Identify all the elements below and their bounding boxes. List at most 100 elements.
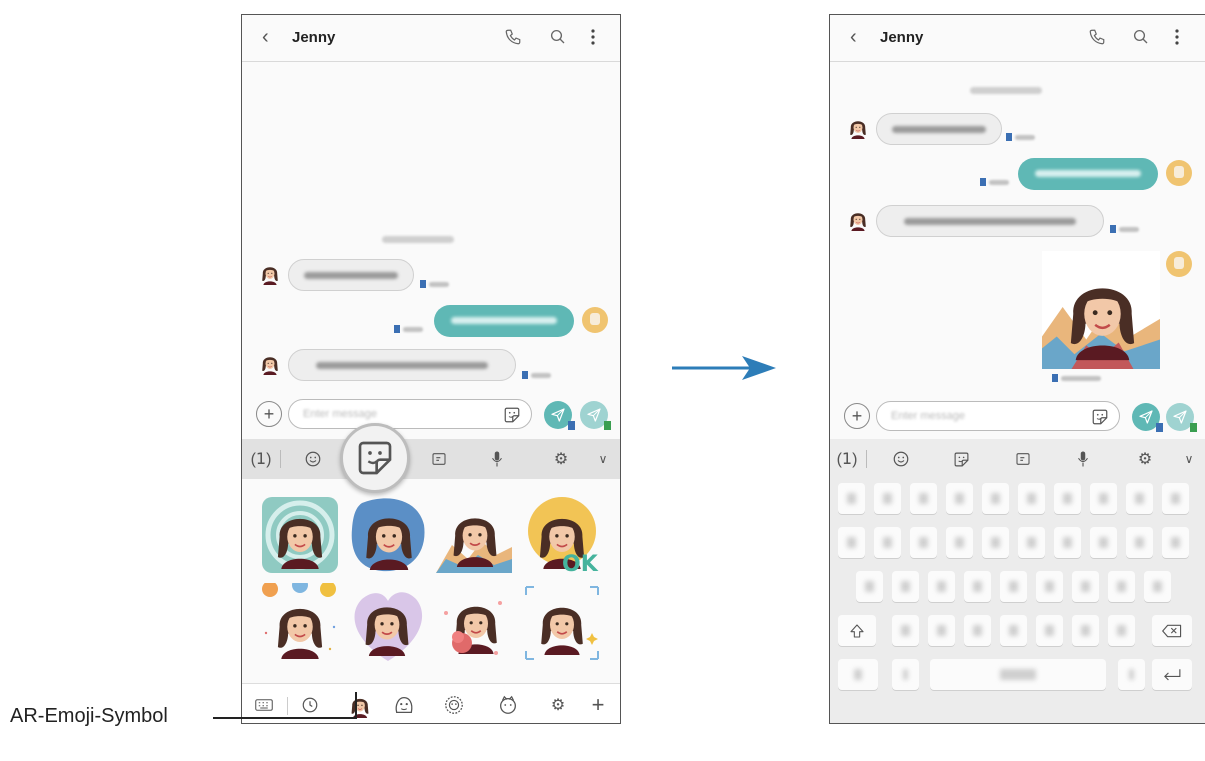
keyboard-key[interactable] <box>928 615 955 646</box>
attach-plus-button[interactable]: + <box>844 403 870 429</box>
more-options-icon[interactable] <box>1166 26 1188 48</box>
emoji-icon[interactable] <box>890 448 912 470</box>
sticker-icon[interactable] <box>950 448 972 470</box>
gif-icon[interactable] <box>428 448 450 470</box>
ar-emoji-sticker[interactable] <box>348 495 428 575</box>
sticker-pack-icon[interactable] <box>442 693 466 717</box>
keyboard-key[interactable] <box>892 571 919 602</box>
keyboard-key[interactable] <box>874 527 901 558</box>
keyboard-key[interactable] <box>982 527 1009 558</box>
keyboard-key[interactable] <box>1018 483 1045 514</box>
keyboard-icon[interactable] <box>252 693 276 717</box>
keyboard-key[interactable] <box>1108 571 1135 602</box>
keyboard-key[interactable] <box>1054 483 1081 514</box>
callout-line <box>355 692 357 719</box>
emoji-icon[interactable] <box>302 448 324 470</box>
ar-emoji-icon[interactable] <box>346 690 374 720</box>
keyboard-key[interactable] <box>1036 571 1063 602</box>
keyboard-key[interactable] <box>1072 615 1099 646</box>
send-sim1-button[interactable] <box>544 401 575 430</box>
send-sim2-button[interactable] <box>1166 403 1197 432</box>
settings-icon[interactable]: ⚙ <box>546 693 570 717</box>
message-input[interactable]: Enter message <box>288 399 532 429</box>
keyboard-key[interactable] <box>1162 527 1189 558</box>
outgoing-message[interactable] <box>1018 158 1158 190</box>
more-options-icon[interactable] <box>582 26 604 48</box>
mic-icon[interactable] <box>1072 448 1094 470</box>
keyboard-key[interactable] <box>1126 527 1153 558</box>
keyboard-key[interactable] <box>964 571 991 602</box>
message-input[interactable]: Enter message <box>876 401 1120 431</box>
phone-call-icon[interactable] <box>502 26 524 48</box>
ar-emoji-sticker[interactable] <box>260 583 340 663</box>
keyboard-key[interactable] <box>1090 483 1117 514</box>
search-icon[interactable] <box>1130 26 1152 48</box>
sticker-pack-icon[interactable] <box>496 693 520 717</box>
keyboard-key[interactable] <box>964 615 991 646</box>
keyboard-key[interactable] <box>1072 571 1099 602</box>
ar-emoji-sticker[interactable] <box>260 495 340 575</box>
ar-emoji-sticker[interactable] <box>348 583 428 663</box>
keyboard-key[interactable] <box>946 483 973 514</box>
phone-call-icon[interactable] <box>1086 26 1108 48</box>
outgoing-message[interactable] <box>434 305 574 337</box>
sticker-button-highlight[interactable] <box>340 423 410 493</box>
incoming-message[interactable] <box>876 113 1002 145</box>
add-icon[interactable]: + <box>586 692 610 717</box>
keyboard-key[interactable] <box>1126 483 1153 514</box>
caption-label: AR-Emoji-Symbol <box>10 705 168 727</box>
keyboard-key[interactable] <box>946 527 973 558</box>
sticker-icon[interactable] <box>1091 408 1109 426</box>
back-icon[interactable]: ‹ <box>850 26 857 49</box>
keyboard-key[interactable] <box>910 483 937 514</box>
keyboard-key[interactable] <box>1162 483 1189 514</box>
space-key[interactable] <box>930 659 1106 690</box>
keyboard-key[interactable] <box>892 615 919 646</box>
sticker-icon[interactable] <box>503 406 521 424</box>
keyboard-key[interactable] <box>838 483 865 514</box>
ar-emoji-sticker[interactable] <box>434 583 514 663</box>
incoming-message[interactable] <box>876 205 1104 237</box>
keyboard-key[interactable] <box>1054 527 1081 558</box>
keyboard-key[interactable] <box>1108 615 1135 646</box>
keyboard-key[interactable] <box>856 571 883 602</box>
keyboard-key[interactable] <box>1000 571 1027 602</box>
keyboard-key[interactable] <box>1090 527 1117 558</box>
ar-emoji-sticker[interactable] <box>434 495 514 575</box>
search-icon[interactable] <box>547 26 569 48</box>
keyboard-key[interactable] <box>1036 615 1063 646</box>
send-sim2-button[interactable] <box>580 401 611 430</box>
keyboard-key[interactable] <box>928 571 955 602</box>
settings-icon[interactable]: ⚙ <box>1134 448 1156 470</box>
voice-keyboard-icon[interactable]: (𝟣) <box>250 448 272 470</box>
comma-key[interactable] <box>892 659 919 690</box>
shift-key[interactable] <box>838 615 876 646</box>
voice-keyboard-icon[interactable]: (𝟣) <box>836 448 858 470</box>
incoming-message[interactable] <box>288 259 414 291</box>
mic-icon[interactable] <box>486 448 508 470</box>
keyboard-key[interactable] <box>874 483 901 514</box>
recent-icon[interactable] <box>298 693 322 717</box>
keyboard-key[interactable] <box>982 483 1009 514</box>
chevron-down-icon[interactable]: ∨ <box>1178 448 1200 470</box>
keyboard-key[interactable] <box>1000 615 1027 646</box>
chevron-down-icon[interactable]: ∨ <box>592 448 614 470</box>
ar-emoji-sticker[interactable]: OK <box>522 495 602 575</box>
settings-icon[interactable]: ⚙ <box>550 448 572 470</box>
keyboard-key[interactable] <box>1018 527 1045 558</box>
character-sticker-icon[interactable] <box>392 693 416 717</box>
keyboard-key[interactable] <box>838 527 865 558</box>
gif-icon[interactable] <box>1012 448 1034 470</box>
keyboard-key[interactable] <box>910 527 937 558</box>
incoming-message[interactable] <box>288 349 516 381</box>
symbols-key[interactable] <box>838 659 878 690</box>
period-key[interactable] <box>1118 659 1145 690</box>
sent-ar-emoji-sticker[interactable] <box>1042 251 1160 369</box>
ar-emoji-sticker[interactable] <box>522 583 602 663</box>
back-icon[interactable]: ‹ <box>262 26 269 49</box>
enter-key[interactable] <box>1152 659 1192 690</box>
backspace-key[interactable] <box>1152 615 1192 646</box>
attach-plus-button[interactable]: + <box>256 401 282 427</box>
keyboard-key[interactable] <box>1144 571 1171 602</box>
send-sim1-button[interactable] <box>1132 403 1163 432</box>
